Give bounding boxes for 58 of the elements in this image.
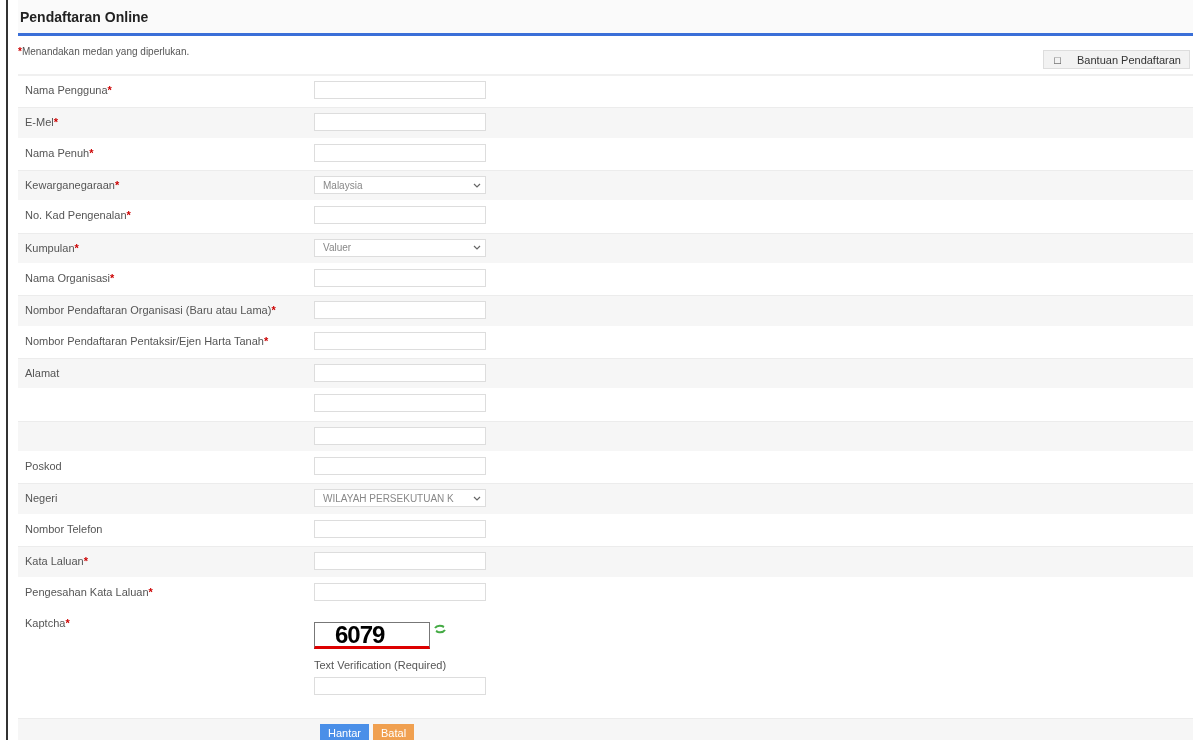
required-asterisk: * (107, 84, 112, 96)
required-asterisk: * (53, 116, 58, 129)
field-label: Negeri (25, 492, 58, 505)
chevron-down-icon (473, 245, 481, 251)
input-field[interactable] (314, 676, 486, 695)
required-asterisk: * (271, 304, 276, 317)
required-note: Menandakan medan yang diperlukan. (21, 46, 190, 57)
cancel-button[interactable]: Batal (373, 723, 415, 740)
required-asterisk: * (148, 585, 153, 598)
chevron-down-icon (473, 495, 481, 501)
field-label: Poskod (25, 460, 62, 473)
input-field[interactable] (314, 143, 486, 162)
field-label: Kaptcha (25, 616, 66, 629)
field-label: Alamat (25, 367, 60, 380)
required-asterisk: * (74, 241, 79, 254)
input-field[interactable] (314, 394, 486, 413)
field-label: E-Mel (25, 116, 54, 129)
required-asterisk: * (65, 616, 70, 629)
captcha-image: 6079 (314, 621, 430, 649)
field-label: Nama Penuh (25, 146, 90, 159)
input-field[interactable] (314, 426, 486, 445)
input-field[interactable] (314, 552, 486, 571)
captcha-caption: Text Verification (Required) (314, 658, 448, 671)
field-label: Kata Laluan (25, 555, 84, 568)
submit-button[interactable]: Hantar (320, 723, 370, 740)
page-title: Pendaftaran Online (20, 8, 149, 25)
field-label: Pengesahan Kata Laluan (25, 585, 149, 598)
input-field[interactable] (314, 301, 486, 320)
input-field[interactable] (314, 269, 486, 288)
input-field[interactable] (314, 206, 486, 225)
input-field[interactable] (314, 519, 486, 538)
field-label: Nombor Pendaftaran Organisasi (Baru atau Lama) (25, 304, 272, 317)
field-label: Nombor Pendaftaran Pentaksir/Ejen Harta Tanah (25, 334, 264, 347)
required-asterisk: * (89, 146, 94, 159)
input-field[interactable] (314, 582, 486, 601)
field-label: Nombor Telefon (25, 522, 103, 535)
input-field[interactable] (314, 113, 486, 132)
input-field[interactable] (314, 457, 486, 476)
help-button[interactable]: □ Bantuan Pendaftaran (1043, 50, 1190, 69)
dropdown[interactable]: WILAYAH PERSEKUTUAN K (314, 489, 486, 508)
field-label: Kumpulan (25, 241, 75, 254)
chevron-down-icon (473, 182, 481, 188)
input-field[interactable] (314, 81, 486, 99)
required-asterisk: * (83, 555, 88, 568)
refresh-icon[interactable] (434, 623, 446, 634)
required-asterisk: * (126, 209, 131, 222)
input-field[interactable] (314, 331, 486, 350)
required-asterisk: * (263, 334, 269, 347)
dropdown[interactable]: Valuer (314, 238, 486, 257)
dropdown[interactable]: Malaysia (314, 176, 486, 195)
input-field[interactable] (314, 364, 486, 383)
required-asterisk: * (114, 179, 120, 192)
required-asterisk: * (18, 46, 22, 57)
field-label: Nama Pengguna (25, 84, 108, 96)
field-label: No. Kad Pengenalan (25, 209, 127, 222)
required-asterisk: * (110, 272, 115, 285)
field-label: Nama Organisasi (25, 272, 110, 285)
field-label: Kewarganegaraan (25, 179, 115, 192)
